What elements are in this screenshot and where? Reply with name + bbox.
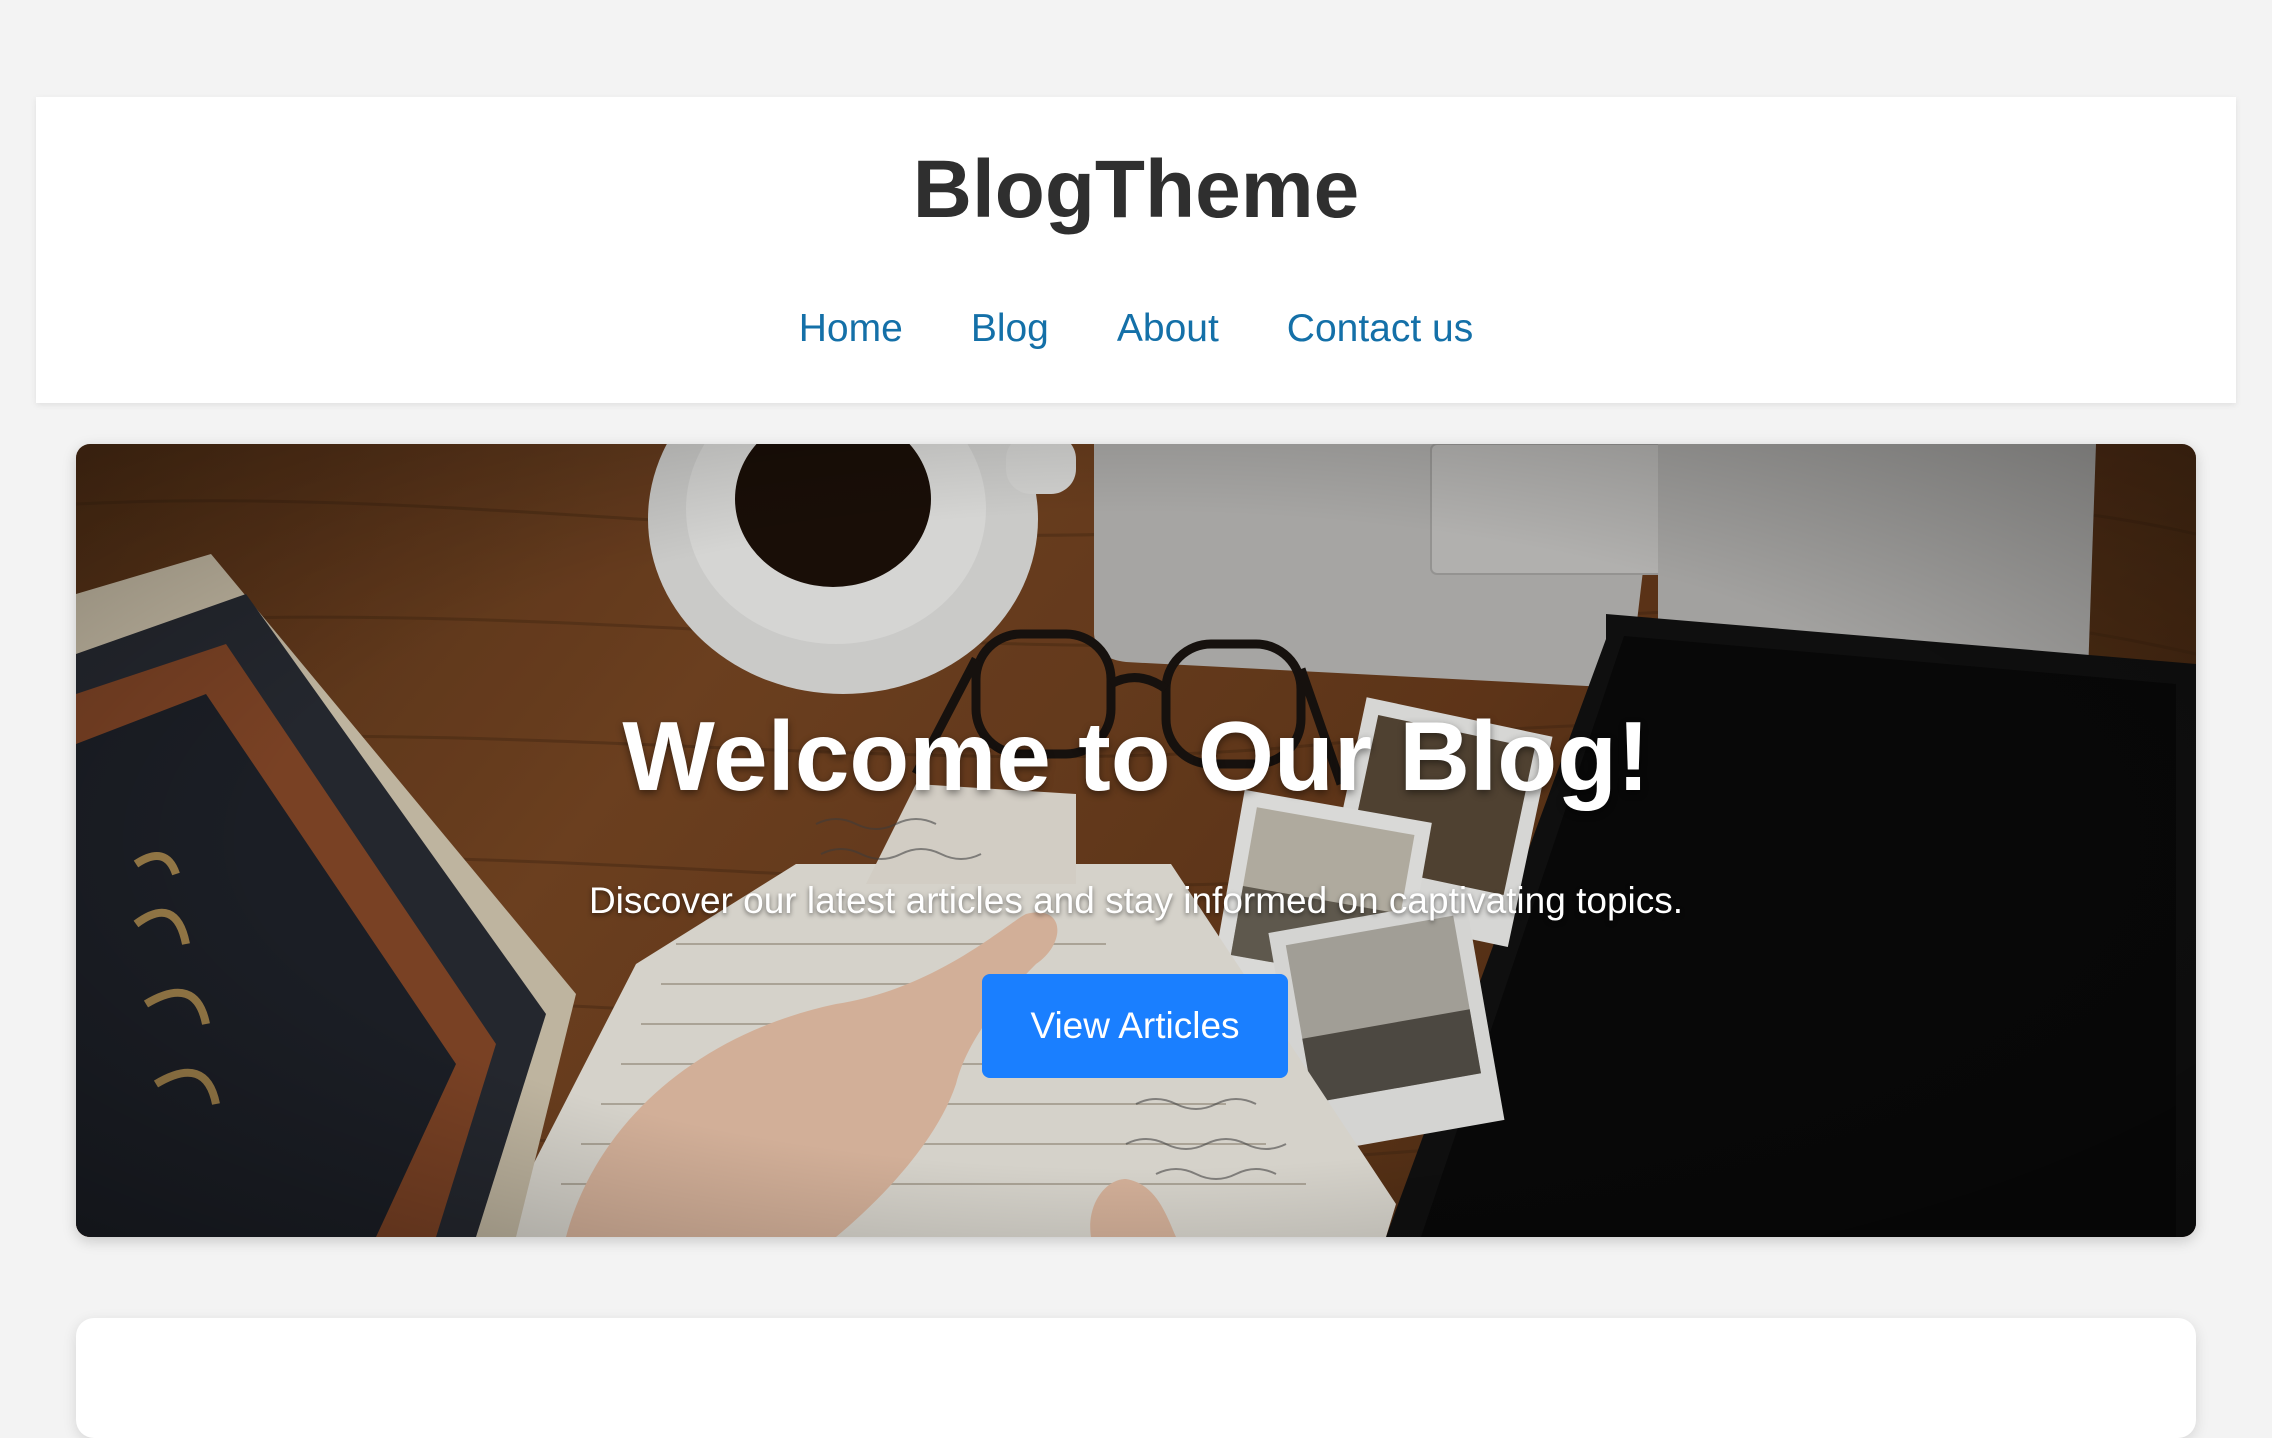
hero-subtitle: Discover our latest articles and stay in… — [588, 880, 1684, 921]
main-nav: Home Blog About Contact us — [36, 309, 2236, 348]
hero-content: Welcome to Our Blog! Discover our latest… — [76, 444, 2196, 1237]
content-card — [76, 1318, 2196, 1438]
hero-banner: Welcome to Our Blog! Discover our latest… — [76, 444, 2196, 1237]
nav-link-about[interactable]: About — [1117, 309, 1219, 348]
nav-link-contact[interactable]: Contact us — [1287, 309, 1473, 348]
view-articles-button[interactable]: View Articles — [982, 974, 1288, 1078]
nav-link-home[interactable]: Home — [799, 309, 903, 348]
hero-title: Welcome to Our Blog! — [622, 701, 1650, 811]
nav-link-blog[interactable]: Blog — [971, 309, 1049, 348]
site-header: BlogTheme Home Blog About Contact us — [36, 97, 2236, 403]
site-title[interactable]: BlogTheme — [36, 149, 2236, 231]
